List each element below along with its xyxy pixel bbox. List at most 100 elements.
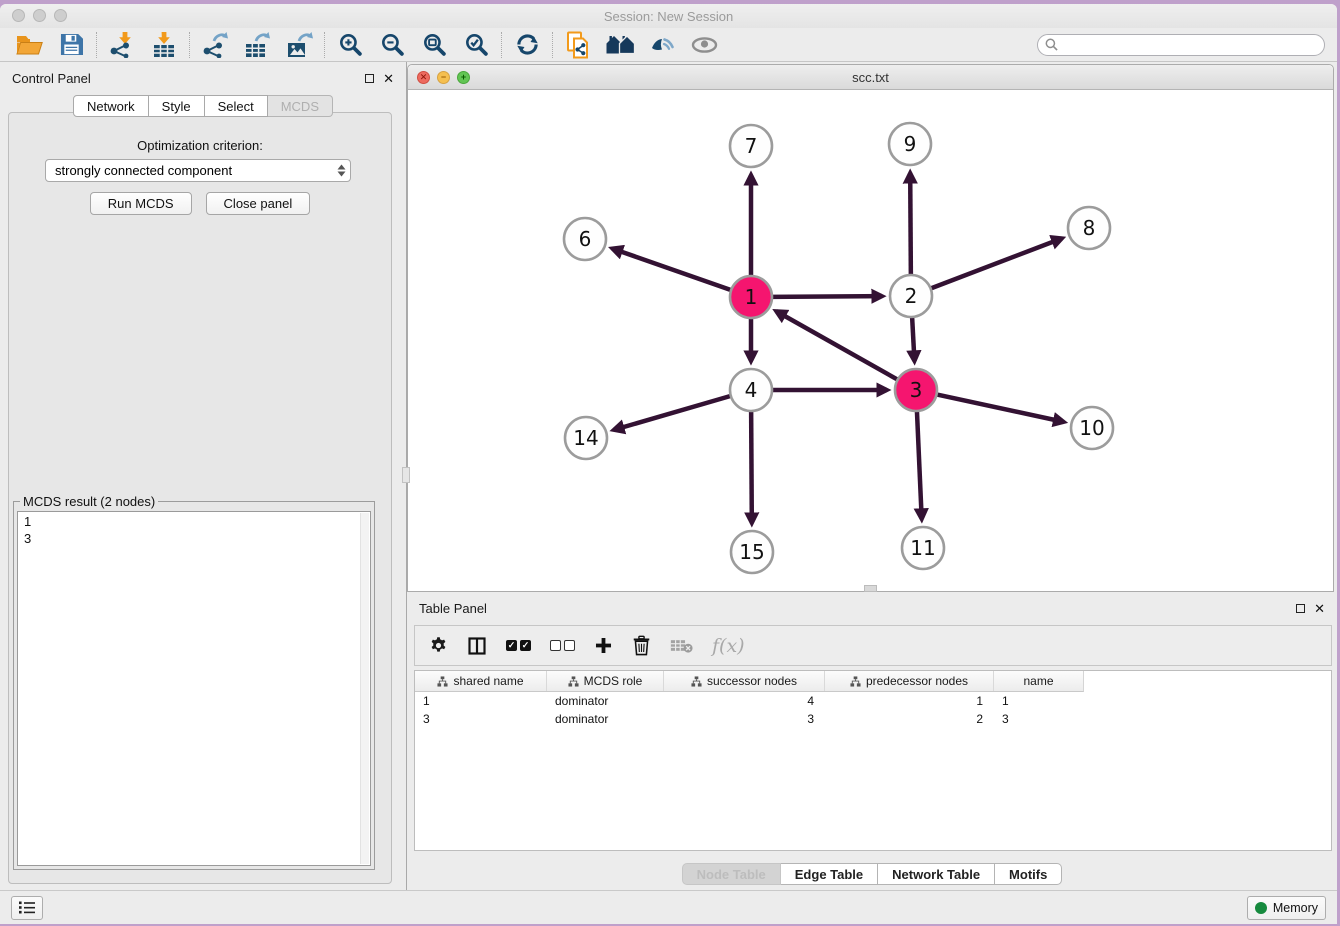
zoom-selected-icon[interactable] [455,30,497,60]
tab-network-table[interactable]: Network Table [878,863,995,885]
graph-node-label-2: 2 [905,284,918,308]
network-zoom-button[interactable]: + [457,71,470,84]
cell-mcds-role[interactable]: dominator [547,694,664,710]
cell-shared-name[interactable]: 1 [415,694,547,710]
toolbar-separator [189,32,190,58]
edge-1-2[interactable] [772,296,882,297]
edge-3-11[interactable] [917,411,922,519]
minimize-window-button[interactable] [33,9,46,22]
float-table-panel-icon[interactable] [1296,604,1305,613]
table-settings-gear-icon[interactable] [429,631,448,661]
graph-node-label-3: 3 [910,378,923,402]
column-header-predecessor-nodes[interactable]: predecessor nodes [825,671,994,691]
memory-button[interactable]: Memory [1247,896,1326,920]
splitter-grip[interactable] [402,467,410,483]
show-columns-icon[interactable] [467,631,487,661]
edge-3-1[interactable] [776,311,897,379]
add-column-icon[interactable] [594,631,613,661]
delete-table-icon[interactable] [670,631,693,661]
network-splitter-grip[interactable] [864,585,877,592]
mcds-result-text[interactable]: 1 3 [17,511,371,866]
edge-3-10[interactable] [937,394,1064,421]
network-canvas[interactable]: 1234678910111415 [408,90,1333,591]
close-window-button[interactable] [12,9,25,22]
node-table[interactable]: shared name MCDS role successor nodes [414,670,1332,851]
cell-predecessor-nodes[interactable]: 1 [825,694,994,710]
hierarchy-icon [437,676,448,687]
edge-4-15[interactable] [751,411,752,523]
import-network-icon[interactable] [101,30,143,60]
function-builder-icon[interactable]: f(x) [712,635,745,657]
open-file-icon[interactable] [8,30,50,60]
network-minimize-button[interactable]: − [437,71,450,84]
close-panel-button[interactable]: Close panel [206,192,311,215]
export-network-icon[interactable] [194,30,236,60]
table-row[interactable]: 3 dominator 3 2 3 [415,712,1331,728]
result-scrollbar[interactable] [360,513,369,864]
float-panel-icon[interactable] [365,74,374,83]
hide-graphics-details-icon[interactable] [641,30,683,60]
window-controls [12,9,67,22]
table-toolbar: f(x) [414,625,1332,666]
close-panel-icon[interactable]: ✕ [383,72,394,85]
criterion-dropdown[interactable]: strongly connected component [45,159,351,182]
column-header-name[interactable]: name [994,671,1083,691]
tab-network[interactable]: Network [73,95,149,117]
show-graphics-details-icon[interactable] [683,30,725,60]
search-input[interactable] [1063,36,1324,54]
cell-predecessor-nodes[interactable]: 2 [825,712,994,728]
show-task-history-button[interactable] [11,896,43,920]
edge-2-8[interactable] [931,238,1062,288]
column-header-shared-name[interactable]: shared name [415,671,547,691]
hierarchy-icon [850,676,861,687]
table-row[interactable]: 1 dominator 4 1 1 [415,694,1331,710]
tab-edge-table[interactable]: Edge Table [781,863,878,885]
table-header-row: shared name MCDS role successor nodes [415,671,1084,692]
tab-style[interactable]: Style [149,95,205,117]
cell-successor-nodes[interactable]: 4 [664,694,825,710]
graph-node-label-7: 7 [745,134,758,158]
cell-name[interactable]: 1 [994,694,1083,710]
zoom-window-button[interactable] [54,9,67,22]
column-header-mcds-role[interactable]: MCDS role [547,671,664,691]
cell-name[interactable]: 3 [994,712,1083,728]
edge-2-9[interactable] [910,173,911,275]
tab-node-table[interactable]: Node Table [682,863,781,885]
search-field[interactable] [1037,34,1325,56]
edge-4-14[interactable] [614,396,731,430]
apply-layout-refresh-icon[interactable] [506,30,548,60]
edge-2-3[interactable] [912,317,914,361]
network-view-window: ✕ − + scc.txt 1234678910111415 [407,64,1334,592]
tab-motifs[interactable]: Motifs [995,863,1062,885]
tab-mcds[interactable]: MCDS [268,95,333,117]
export-image-icon[interactable] [278,30,320,60]
close-table-panel-icon[interactable]: ✕ [1314,602,1325,615]
edge-1-6[interactable] [612,249,731,291]
cell-mcds-role[interactable]: dominator [547,712,664,728]
import-table-icon[interactable] [143,30,185,60]
toolbar-separator [324,32,325,58]
optimization-criterion-label: Optimization criterion: [9,138,391,153]
clone-network-icon[interactable] [557,30,599,60]
network-close-button[interactable]: ✕ [417,71,430,84]
main-area: Control Panel ✕ Network Style Select MCD… [0,62,1337,890]
cell-successor-nodes[interactable]: 3 [664,712,825,728]
column-header-successor-nodes[interactable]: successor nodes [664,671,825,691]
graph-node-label-11: 11 [910,536,935,560]
zoom-in-icon[interactable] [329,30,371,60]
deselect-all-rows-icon[interactable] [550,631,575,661]
tab-select[interactable]: Select [205,95,268,117]
cell-shared-name[interactable]: 3 [415,712,547,728]
run-mcds-button[interactable]: Run MCDS [90,192,192,215]
network-window-titlebar: ✕ − + scc.txt [408,65,1333,90]
zoom-out-icon[interactable] [371,30,413,60]
graph-node-label-4: 4 [745,378,758,402]
export-table-icon[interactable] [236,30,278,60]
graph-node-label-9: 9 [904,132,917,156]
zoom-fit-icon[interactable] [413,30,455,60]
application-window: Session: New Session [0,4,1337,924]
delete-column-trash-icon[interactable] [632,631,651,661]
home-layout-icon[interactable] [599,30,641,60]
save-session-icon[interactable] [50,30,92,60]
select-all-rows-icon[interactable] [506,631,531,661]
